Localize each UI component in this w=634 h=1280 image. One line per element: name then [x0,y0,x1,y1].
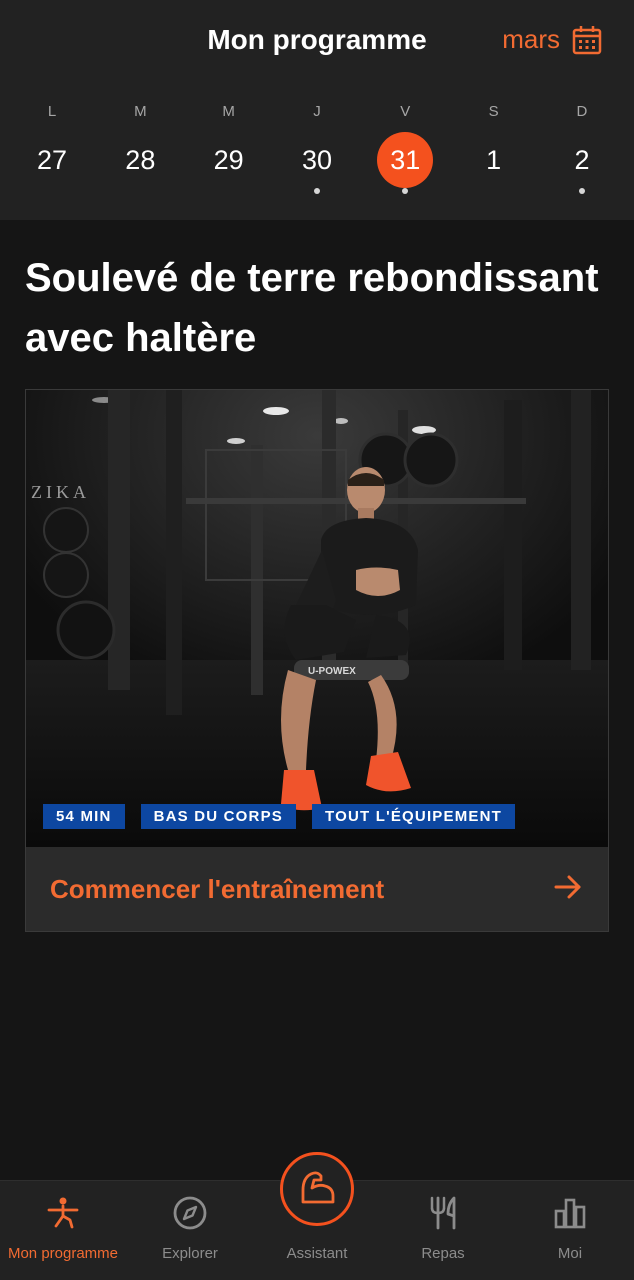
day-tuesday[interactable]: M 28 [96,100,184,194]
body-part-tag: BAS DU CORPS [140,804,296,829]
day-saturday[interactable]: S 1 [450,100,538,194]
assistant-button[interactable] [280,1152,354,1226]
equipment-tag: TOUT L'ÉQUIPEMENT [311,804,516,829]
activity-dot [578,188,585,194]
tab-label: Explorer [162,1245,218,1262]
day-number: 2 [574,144,590,175]
tab-label: Repas [421,1245,465,1262]
band-text: U-POWEX [308,666,356,677]
day-thursday[interactable]: J 30 [273,100,361,194]
start-workout-button[interactable]: Commencer l'entraînement [26,847,608,931]
day-number: 29 [213,144,244,175]
header: Mon programme mars L 27 M 28 M 29 J 30 V… [0,0,634,220]
day-number: 1 [486,144,502,175]
day-friday[interactable]: V 31 [361,100,449,194]
activity-dot [402,188,409,194]
day-number: 28 [125,144,156,175]
month-label: mars [502,24,560,54]
tab-explorer[interactable]: Explorer [127,1181,253,1280]
week-strip: L 27 M 28 M 29 J 30 V 31 S 1 D 2 [8,100,626,194]
workout-image: ZIKA U-POWEX [26,390,608,847]
duration-tag: 54 MIN [43,804,125,829]
day-weekday: V [400,103,411,120]
day-weekday: D [576,103,588,120]
day-number: 30 [301,144,332,175]
day-weekday: M [222,103,235,120]
tab-moi[interactable]: Moi [507,1181,633,1280]
day-weekday: J [313,103,321,120]
day-number: 31 [377,132,434,188]
activity-dot [313,188,320,194]
tab-repas[interactable]: Repas [380,1181,506,1280]
fork-knife-icon [427,1193,459,1233]
calendar-icon [572,25,602,55]
tab-label: Assistant [286,1245,348,1262]
day-weekday: M [134,103,147,120]
start-workout-label: Commencer l'entraînement [50,873,385,904]
month-selector-button[interactable]: mars [502,24,602,55]
day-sunday[interactable]: D 2 [538,100,626,194]
tab-mon-programme[interactable]: Mon programme [0,1181,126,1280]
tab-label: Mon programme [7,1245,119,1262]
day-weekday: L [47,103,57,120]
day-monday[interactable]: L 27 [8,100,96,194]
workout-tags: 54 MIN BAS DU CORPS TOUT L'ÉQUIPEMENT [43,804,516,829]
workout-card[interactable]: ZIKA U-POWEX 54 MIN BAS DU CORPS TOUT L'… [25,389,609,932]
day-weekday: S [488,103,499,120]
person-exercise-icon [46,1193,80,1233]
tab-label: Moi [557,1245,583,1262]
compass-icon [172,1193,208,1233]
flexed-arm-icon [297,1168,337,1211]
workout-title: Soulevé de terre rebondissant avec haltè… [25,256,599,360]
arrow-right-icon [554,875,582,904]
wall-text: ZIKA [31,482,90,502]
bar-chart-icon [553,1193,587,1233]
day-wednesday[interactable]: M 29 [185,100,273,194]
day-number: 27 [36,144,68,175]
